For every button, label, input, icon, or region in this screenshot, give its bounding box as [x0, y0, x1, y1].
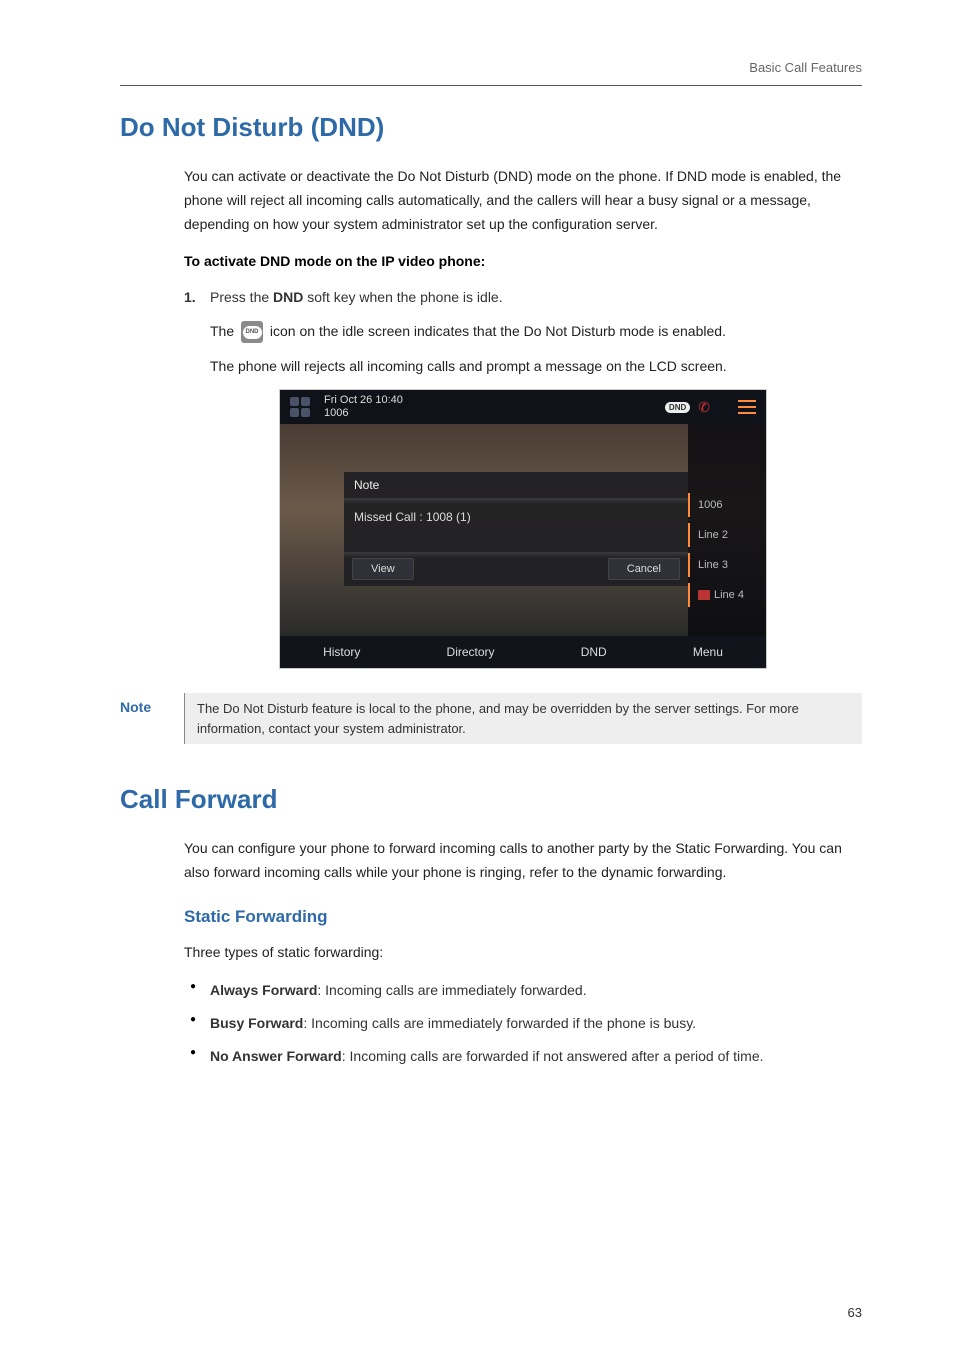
- call-forward-intro: You can configure your phone to forward …: [184, 837, 862, 885]
- step-text-pre: Press the: [210, 289, 273, 305]
- view-button[interactable]: View: [352, 558, 414, 580]
- phone-note-message: Missed Call : 1008 (1): [344, 504, 688, 552]
- line-key[interactable]: Line 2: [688, 523, 766, 547]
- phone-lines: 1006 Line 2 Line 3 Line 4: [688, 424, 766, 636]
- line-key[interactable]: 1006: [688, 493, 766, 517]
- step-1: 1. Press the DND soft key when the phone…: [184, 286, 862, 310]
- types-intro: Three types of static forwarding:: [184, 941, 862, 965]
- heading-static-forwarding: Static Forwarding: [184, 907, 862, 927]
- bullet-rest: : Incoming calls are immediately forward…: [303, 1015, 696, 1031]
- heading-dnd: Do Not Disturb (DND): [120, 112, 862, 143]
- softkey-dnd[interactable]: DND: [581, 645, 607, 659]
- activate-heading: To activate DND mode on the IP video pho…: [184, 250, 862, 274]
- apps-icon: [290, 397, 310, 417]
- divider: [120, 85, 862, 86]
- menu-icon: [738, 400, 756, 414]
- step-number: 1.: [184, 286, 196, 310]
- softkey-history[interactable]: History: [323, 645, 360, 659]
- line-label: Line 4: [714, 589, 744, 601]
- dnd-icon-line: The DND icon on the idle screen indicate…: [210, 318, 862, 345]
- phone-softkeys: History Directory DND Menu: [280, 636, 766, 668]
- phone-note-popup: Note Missed Call : 1008 (1) View Cancel: [344, 472, 688, 586]
- dnd-reject-line: The phone will rejects all incoming call…: [210, 353, 862, 380]
- text-pre: The: [210, 323, 238, 339]
- softkey-menu[interactable]: Menu: [693, 645, 723, 659]
- note-label: Note: [120, 693, 184, 744]
- note-block: Note The Do Not Disturb feature is local…: [120, 693, 862, 744]
- bullet-no-answer-forward: No Answer Forward: Incoming calls are fo…: [184, 1045, 862, 1068]
- heading-call-forward: Call Forward: [120, 784, 862, 815]
- phone-note-title: Note: [344, 472, 688, 498]
- note-body: The Do Not Disturb feature is local to t…: [184, 693, 862, 744]
- step-text-post: soft key when the phone is idle.: [303, 289, 502, 305]
- phone-time-ext: Fri Oct 26 10:40 1006: [324, 394, 403, 420]
- dnd-intro: You can activate or deactivate the Do No…: [184, 165, 862, 236]
- bullet-bold: No Answer Forward: [210, 1048, 342, 1064]
- text-post: icon on the idle screen indicates that t…: [270, 323, 726, 339]
- phone-statusbar: Fri Oct 26 10:40 1006 DND ✆: [280, 390, 766, 424]
- step-text-bold: DND: [273, 289, 303, 305]
- bullet-bold: Always Forward: [210, 982, 317, 998]
- bullet-rest: : Incoming calls are immediately forward…: [317, 982, 586, 998]
- bullet-busy-forward: Busy Forward: Incoming calls are immedia…: [184, 1012, 862, 1035]
- missed-call-icon: ✆: [698, 399, 710, 416]
- dnd-icon-label: DND: [243, 326, 262, 339]
- line-key[interactable]: Line 3: [688, 553, 766, 577]
- phone-ext: 1006: [324, 407, 403, 420]
- bullet-rest: : Incoming calls are forwarded if not an…: [342, 1048, 764, 1064]
- phone-screenshot: Fri Oct 26 10:40 1006 DND ✆ Note Missed …: [279, 389, 767, 669]
- status-dnd-icon: DND: [665, 402, 690, 413]
- line-key[interactable]: Line 4: [688, 583, 766, 607]
- step-text: Press the DND soft key when the phone is…: [210, 289, 503, 305]
- breadcrumb: Basic Call Features: [120, 60, 862, 75]
- bullet-always-forward: Always Forward: Incoming calls are immed…: [184, 979, 862, 1002]
- dnd-icon: DND: [241, 321, 263, 343]
- softkey-directory[interactable]: Directory: [447, 645, 495, 659]
- cancel-button[interactable]: Cancel: [608, 558, 680, 580]
- phone-time: Fri Oct 26 10:40: [324, 394, 403, 407]
- bullet-bold: Busy Forward: [210, 1015, 303, 1031]
- line-status-icon: [698, 590, 710, 600]
- page-number: 63: [848, 1305, 862, 1320]
